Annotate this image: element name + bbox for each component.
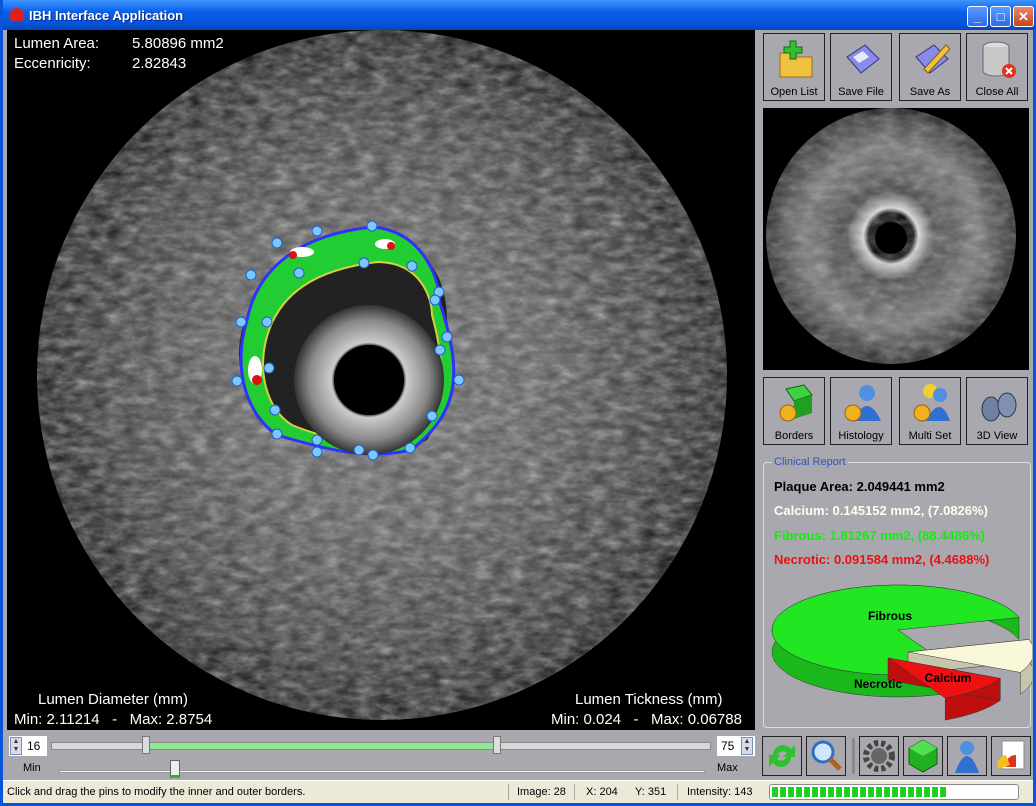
3d-view-button[interactable]: 3D View (966, 377, 1028, 445)
status-image: Image: 28 (517, 786, 566, 798)
multi-set-icon (913, 384, 950, 422)
chart-icon (997, 740, 1025, 770)
thickness-title: Lumen Tickness (mm) (575, 691, 723, 708)
clinical-report-title: Clinical Report (772, 456, 848, 468)
multi-set-button[interactable]: Multi Set (899, 377, 961, 445)
spinner-arrows-icon[interactable]: ▲ ▼ (741, 737, 753, 755)
max-spinner[interactable]: 75 ▲ ▼ (717, 736, 755, 756)
histology-button[interactable]: Histology (830, 377, 892, 445)
range-low-handle[interactable] (142, 736, 151, 754)
user-icon (955, 741, 979, 773)
ivus-image-view[interactable]: Lumen Area: 5.80896 mm2 Eccenricity: 2.8… (7, 30, 755, 730)
user-button[interactable] (947, 736, 987, 776)
range-fill (147, 743, 498, 749)
gear-icon (863, 740, 895, 772)
zoom-icon (811, 740, 842, 771)
status-message: Click and drag the pins to modify the in… (7, 786, 306, 798)
status-y: Y: 351 (635, 786, 667, 798)
frame-slider-track[interactable] (59, 770, 705, 773)
floppy-icon (846, 44, 880, 74)
cube-icon (908, 739, 938, 773)
thickness-values: Min: 0.024 - Max: 0.06788 (551, 711, 742, 728)
maximize-button[interactable]: □ (990, 6, 1011, 27)
borders-button[interactable]: Borders (763, 377, 825, 445)
close-button[interactable]: ✕ (1013, 6, 1034, 27)
lumen-area-label: Lumen Area: (14, 35, 100, 52)
spinner-arrows-icon[interactable]: ▲ ▼ (10, 737, 22, 755)
thumbnail-preview[interactable] (763, 108, 1029, 370)
pie-label-fibrous: Fibrous (868, 609, 912, 623)
diameter-values: Min: 2.11214 - Max: 2.8754 (14, 711, 213, 728)
app-window: IBH Interface Application _ □ ✕ Lumen Ar… (0, 0, 1036, 806)
refresh-icon (769, 745, 795, 767)
status-separator (677, 784, 678, 800)
close-all-button[interactable]: Close All (966, 33, 1028, 101)
pie-label-necrotic: Necrotic (854, 677, 902, 691)
open-folder-icon (779, 40, 813, 78)
report-chart-button[interactable] (991, 736, 1031, 776)
app-icon (10, 8, 24, 21)
thumbnail-image (766, 108, 1016, 364)
min-spinner[interactable]: ▲ ▼ 16 (9, 736, 47, 756)
pie-label-calcium: Calcium (925, 671, 972, 685)
range-controls: ▲ ▼ 16 Min 75 ▲ ▼ Max (7, 732, 1035, 778)
right-panel: Open List Save File Save As Close All Bo… (759, 30, 1035, 730)
status-separator (508, 784, 509, 800)
eccentricity-value: 2.82843 (132, 55, 187, 72)
necrotic-stat: Necrotic: 0.091584 mm2, (4.4688%) (774, 552, 990, 567)
plaque-area: Plaque Area: 2.049441 mm2 (774, 479, 945, 494)
title-bar: IBH Interface Application _ □ ✕ (3, 0, 1036, 30)
window-title: IBH Interface Application (29, 8, 184, 23)
borders-icon (779, 384, 813, 422)
min-label: Min (23, 762, 41, 774)
save-as-button[interactable]: Save As (899, 33, 961, 101)
status-separator (574, 784, 575, 800)
floppy-pencil-icon (915, 44, 950, 74)
zoom-button[interactable] (806, 736, 846, 776)
cube-button[interactable] (903, 736, 943, 776)
max-label: Max (717, 762, 738, 774)
eccentricity-label: Eccenricity: (14, 55, 91, 72)
settings-button[interactable] (859, 736, 899, 776)
refresh-button[interactable] (762, 736, 802, 776)
max-value: 75 (721, 739, 735, 753)
minimize-button[interactable]: _ (967, 6, 988, 27)
diameter-title: Lumen Diameter (mm) (38, 691, 189, 708)
pie-chart: Fibrous Calcium Necrotic (771, 584, 1032, 721)
progress-fill (772, 787, 948, 797)
database-close-icon (982, 41, 1016, 78)
status-x: X: 204 (586, 786, 618, 798)
binoculars-icon (981, 392, 1017, 422)
fibrous-stat: Fibrous: 1.81267 mm2, (88.4486%) (774, 528, 985, 543)
open-list-button[interactable]: Open List (763, 33, 825, 101)
status-bar: Click and drag the pins to modify the in… (3, 780, 1033, 803)
toolbar-separator (852, 738, 855, 774)
calcium-stat: Calcium: 0.145152 mm2, (7.0826%) (774, 503, 988, 518)
status-intensity: Intensity: 143 (687, 786, 753, 798)
progress-bar (769, 784, 1019, 800)
lumen-area-value: 5.80896 mm2 (132, 35, 224, 52)
histology-icon (844, 385, 881, 422)
min-value: 16 (27, 739, 41, 753)
frame-slider-handle[interactable] (170, 760, 181, 778)
save-file-button[interactable]: Save File (830, 33, 892, 101)
clinical-report-group: Clinical Report Plaque Area: 2.049441 mm… (763, 456, 1032, 728)
range-high-handle[interactable] (492, 736, 501, 754)
ivus-image (37, 30, 727, 720)
